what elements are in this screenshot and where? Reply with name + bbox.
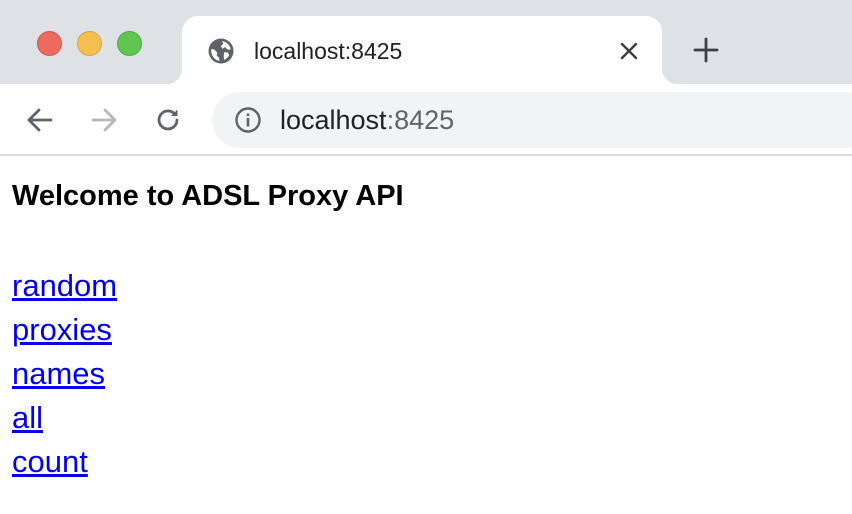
info-icon[interactable] [234, 106, 262, 134]
globe-icon [206, 36, 236, 66]
tab-title: localhost:8425 [254, 38, 403, 64]
arrow-right-icon[interactable] [86, 102, 122, 138]
window-minimize-button[interactable] [77, 31, 102, 56]
link-random[interactable]: random [12, 264, 117, 308]
window-close-button[interactable] [37, 31, 62, 56]
tab-strip: localhost:8425 [0, 0, 852, 84]
window-zoom-button[interactable] [117, 31, 142, 56]
browser-tab[interactable]: localhost:8425 [166, 16, 678, 84]
tab-close-icon[interactable] [614, 36, 644, 66]
arrow-left-icon[interactable] [22, 102, 58, 138]
browser-window: localhost:8425 localhost:8425 Welcome to… [0, 0, 852, 514]
link-count[interactable]: count [12, 440, 88, 484]
link-all[interactable]: all [12, 396, 43, 440]
page-content: Welcome to ADSL Proxy API random proxies… [12, 176, 832, 484]
link-list: random proxies names all count [12, 264, 832, 484]
url-text: localhost:8425 [280, 104, 454, 136]
url-host: localhost [280, 105, 387, 135]
plus-icon[interactable] [688, 32, 724, 68]
page-heading: Welcome to ADSL Proxy API [12, 180, 404, 212]
browser-toolbar: localhost:8425 [0, 84, 852, 156]
link-proxies[interactable]: proxies [12, 308, 112, 352]
link-names[interactable]: names [12, 352, 105, 396]
url-port: :8425 [386, 105, 455, 135]
reload-icon[interactable] [150, 102, 186, 138]
address-bar[interactable]: localhost:8425 [212, 92, 852, 148]
